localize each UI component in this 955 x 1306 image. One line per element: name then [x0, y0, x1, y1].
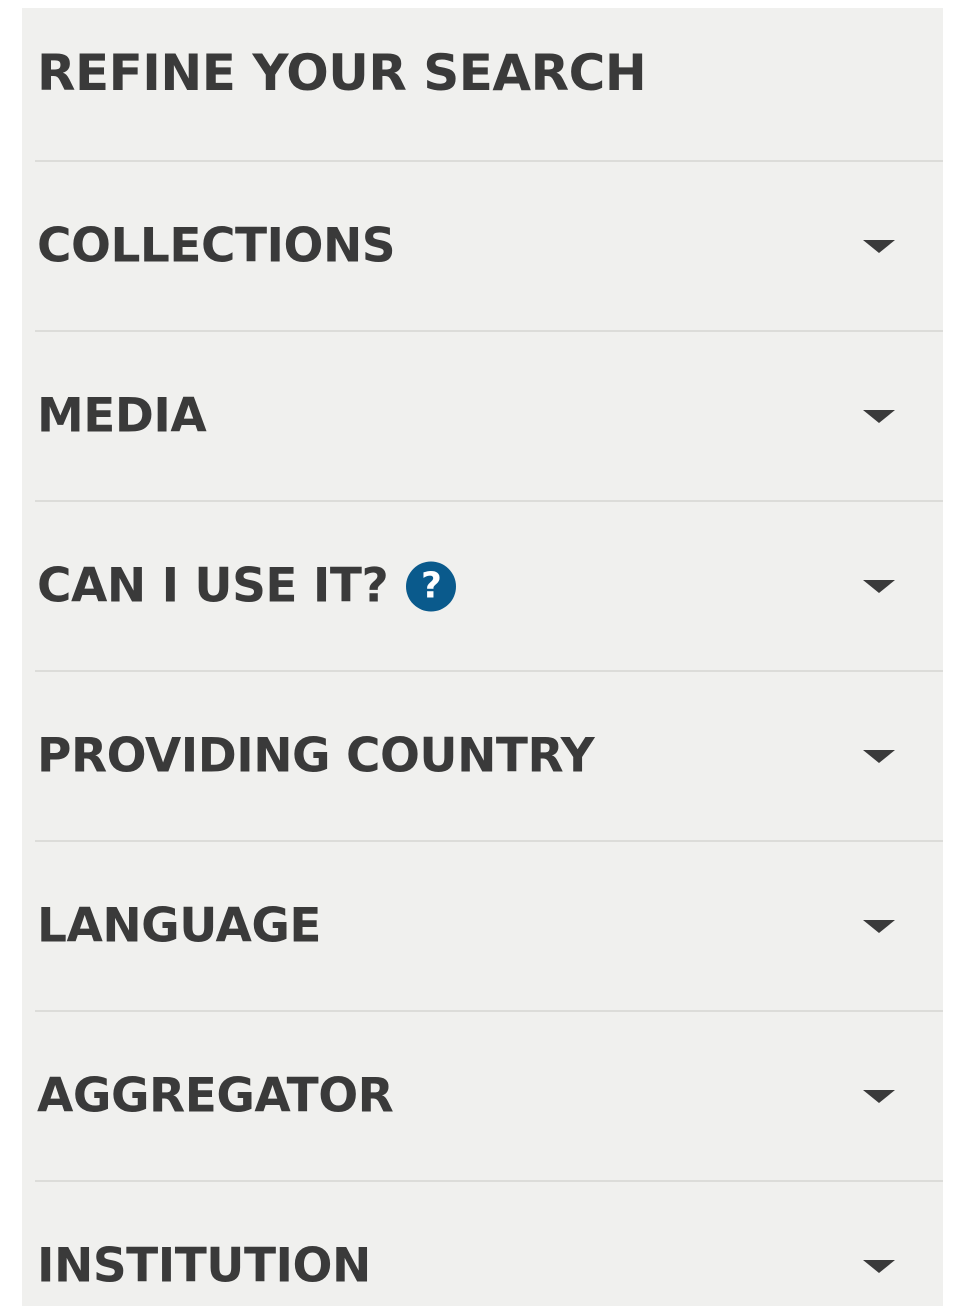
- help-question-icon[interactable]: ?: [406, 561, 457, 611]
- chevron-down-icon[interactable]: [863, 240, 895, 253]
- facet-label: INSTITUTION: [37, 1239, 371, 1294]
- facet-label-text: LANGUAGE: [37, 898, 322, 954]
- facet-label: LANGUAGE: [37, 898, 322, 954]
- chevron-down-icon[interactable]: [863, 750, 895, 763]
- refine-search-panel: REFINE YOUR SEARCH COLLECTIONS MEDIA CAN…: [22, 8, 943, 1306]
- facet-label: MEDIA: [37, 388, 207, 444]
- chevron-down-icon[interactable]: [863, 580, 895, 593]
- facet-providing-country[interactable]: PROVIDING COUNTRY: [35, 670, 943, 840]
- facet-label-text: CAN I USE IT?: [37, 558, 389, 614]
- facet-label-text: COLLECTIONS: [37, 218, 396, 274]
- chevron-down-icon[interactable]: [863, 410, 895, 423]
- facet-label-text: AGGREGATOR: [37, 1068, 394, 1124]
- facet-aggregator[interactable]: AGGREGATOR: [35, 1010, 943, 1180]
- facet-label: COLLECTIONS: [37, 218, 396, 274]
- facet-label: CAN I USE IT? ?: [37, 558, 457, 614]
- panel-title: REFINE YOUR SEARCH: [37, 44, 647, 102]
- facet-label-text: PROVIDING COUNTRY: [37, 728, 595, 784]
- chevron-down-icon[interactable]: [863, 1090, 895, 1103]
- facet-institution[interactable]: INSTITUTION: [35, 1180, 943, 1306]
- facet-label: PROVIDING COUNTRY: [37, 728, 595, 784]
- facet-collections[interactable]: COLLECTIONS: [35, 160, 943, 330]
- facet-media[interactable]: MEDIA: [35, 330, 943, 500]
- facet-label-text: MEDIA: [37, 388, 207, 444]
- facet-label-text: INSTITUTION: [37, 1238, 371, 1294]
- chevron-down-icon[interactable]: [863, 1260, 895, 1273]
- chevron-down-icon[interactable]: [863, 920, 895, 933]
- facet-can-i-use-it[interactable]: CAN I USE IT? ?: [35, 500, 943, 670]
- facet-language[interactable]: LANGUAGE: [35, 840, 943, 1010]
- facet-label: AGGREGATOR: [37, 1068, 394, 1124]
